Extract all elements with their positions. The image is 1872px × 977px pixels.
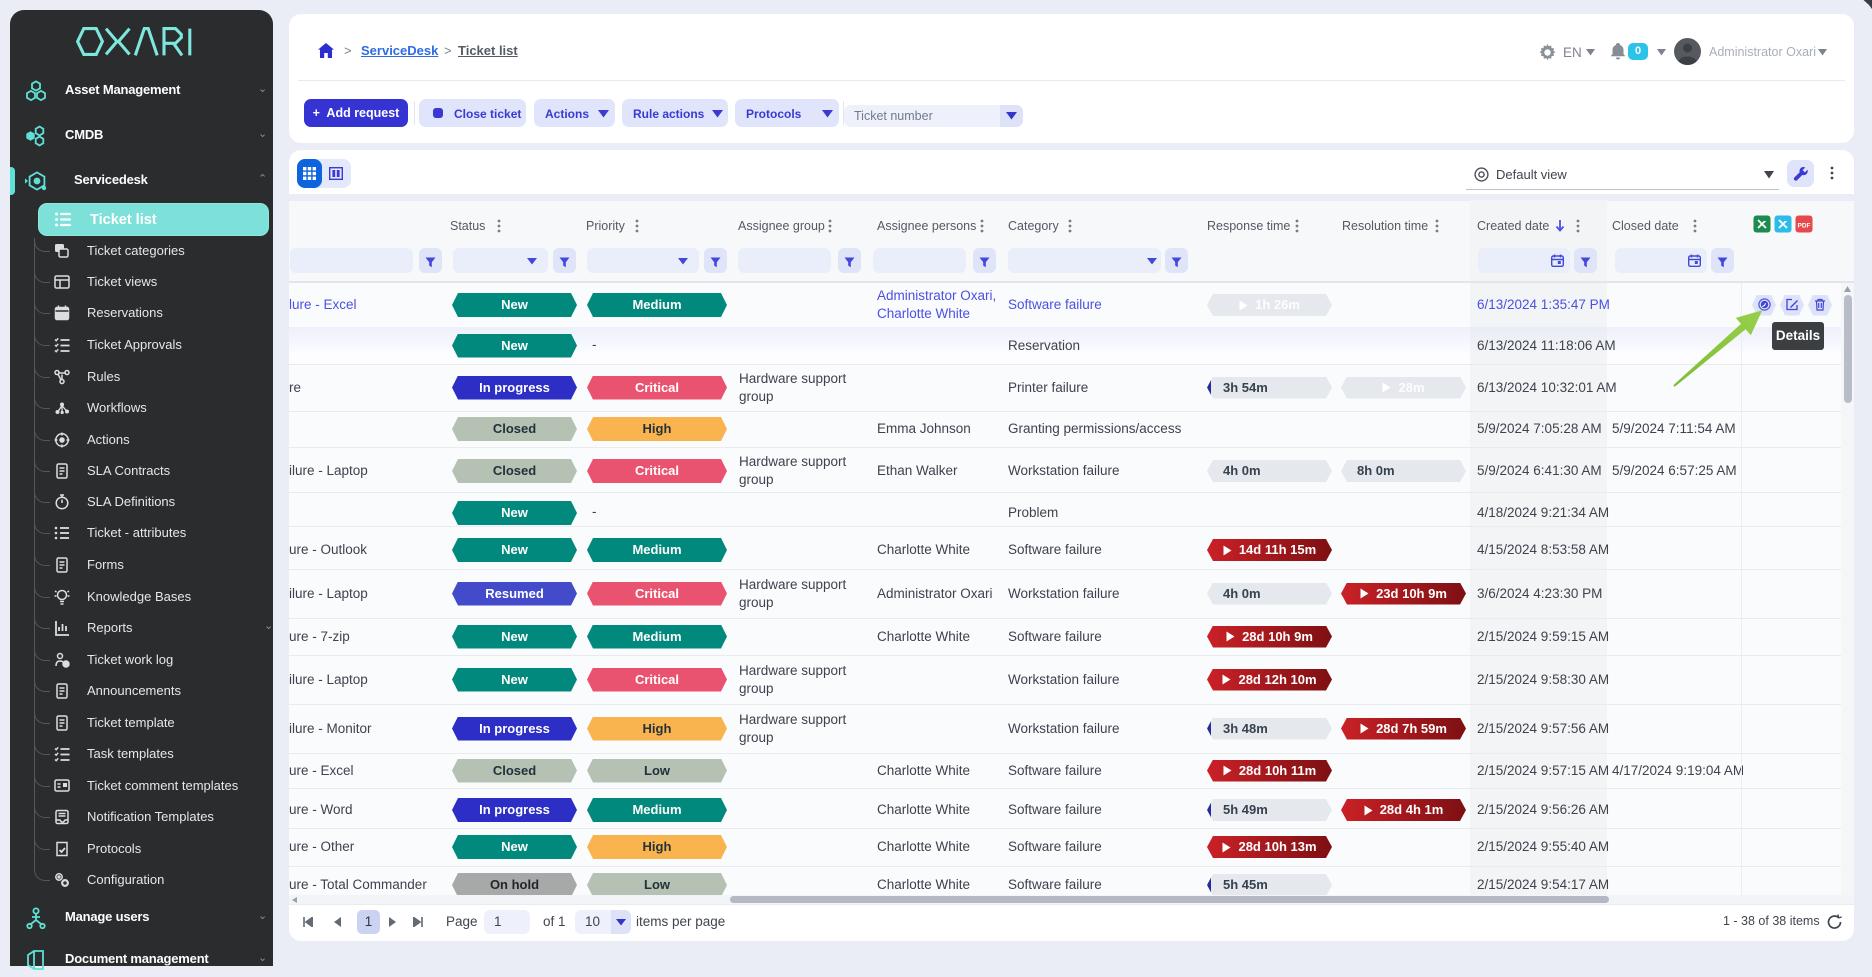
svg-text:PDF: PDF [1798, 223, 1811, 230]
